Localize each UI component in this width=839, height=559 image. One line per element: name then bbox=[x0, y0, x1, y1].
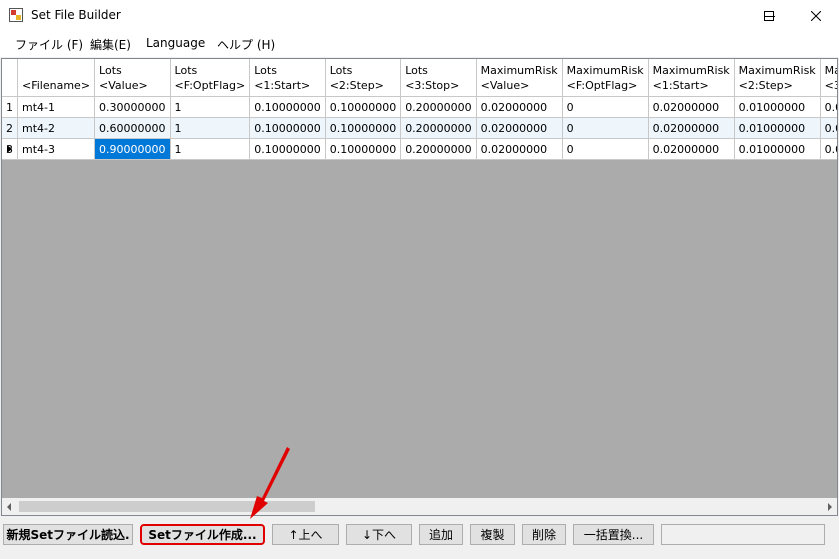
grid-cell[interactable]: 0.02000000 bbox=[476, 138, 563, 160]
column-header[interactable]: Lots <Value> bbox=[94, 59, 171, 97]
grid-cell[interactable]: 0.10000000 bbox=[325, 138, 402, 160]
scroll-left-icon[interactable] bbox=[7, 503, 11, 511]
grid-cell[interactable]: mt4-2 bbox=[17, 117, 96, 139]
grid-cell[interactable]: 0 bbox=[562, 96, 649, 118]
column-header[interactable]: MaximumRisk <2:Step> bbox=[734, 59, 821, 97]
grid-cell[interactable]: 0.02000000 bbox=[476, 117, 563, 139]
row-number[interactable]: 2 bbox=[2, 117, 18, 139]
column-header[interactable]: MaximumRisk <F:OptFlag> bbox=[562, 59, 649, 97]
title-bar: Set File Builder bbox=[0, 0, 839, 31]
table-row[interactable]: 2 mt4-2 0.60000000 1 0.10000000 0.100000… bbox=[2, 117, 837, 139]
grid-cell[interactable]: 1 bbox=[170, 96, 251, 118]
load-new-set-button[interactable]: 新規Setファイル読込. bbox=[3, 524, 133, 545]
column-header[interactable]: <Filename> bbox=[17, 59, 96, 97]
scrollbar-thumb[interactable] bbox=[19, 501, 315, 512]
grid-cell[interactable]: mt4-3 bbox=[17, 138, 96, 160]
data-grid[interactable]: <Filename> Lots <Value> Lots <F:OptFlag> L… bbox=[1, 58, 838, 516]
current-row-arrow-icon bbox=[7, 145, 12, 153]
grid-cell[interactable]: 0.07 bbox=[820, 138, 837, 160]
grid-cell[interactable]: 0.20000000 bbox=[400, 117, 477, 139]
app-icon bbox=[9, 8, 23, 22]
grid-cell[interactable]: 0.07 bbox=[820, 96, 837, 118]
grid-cell[interactable]: 0.01000000 bbox=[734, 117, 821, 139]
grid-cell[interactable]: 0.07 bbox=[820, 117, 837, 139]
menu-bar: ファイル (F) 編集(E) Language ヘルプ (H) bbox=[0, 31, 839, 58]
menu-language[interactable]: Language bbox=[146, 36, 205, 50]
grid-cell[interactable]: 0 bbox=[562, 117, 649, 139]
row-number[interactable]: 3 bbox=[2, 138, 18, 160]
grid-cell[interactable]: 0.30000000 bbox=[94, 96, 171, 118]
grid-cell[interactable]: 0.10000000 bbox=[249, 138, 326, 160]
grid-cell[interactable]: 0.60000000 bbox=[94, 117, 171, 139]
menu-help[interactable]: ヘルプ (H) bbox=[217, 36, 275, 53]
grid-cell-selected[interactable]: 0.90000000 bbox=[94, 138, 171, 160]
grid-cell[interactable]: 0.02000000 bbox=[648, 96, 735, 118]
column-header[interactable]: Lots <2:Step> bbox=[325, 59, 402, 97]
maximize-button[interactable] bbox=[746, 0, 792, 31]
table-row[interactable]: 3 mt4-3 0.90000000 1 0.10000000 0.100000… bbox=[2, 138, 837, 160]
menu-file[interactable]: ファイル (F) bbox=[15, 36, 83, 53]
grid-header-row: <Filename> Lots <Value> Lots <F:OptFlag> L… bbox=[2, 59, 837, 97]
close-icon bbox=[811, 10, 821, 21]
move-down-button[interactable]: ↓下へ bbox=[346, 524, 412, 545]
minimize-button-slot bbox=[701, 0, 747, 31]
grid-table: <Filename> Lots <Value> Lots <F:OptFlag> L… bbox=[2, 59, 837, 160]
grid-cell[interactable]: 0.10000000 bbox=[249, 117, 326, 139]
duplicate-button[interactable]: 複製 bbox=[470, 524, 515, 545]
column-header[interactable]: Lots <1:Start> bbox=[249, 59, 326, 97]
grid-cell[interactable]: mt4-1 bbox=[17, 96, 96, 118]
grid-cell[interactable]: 0.02000000 bbox=[476, 96, 563, 118]
delete-button[interactable]: 削除 bbox=[522, 524, 566, 545]
row-header-corner[interactable] bbox=[2, 59, 18, 97]
grid-cell[interactable]: 0.01000000 bbox=[734, 138, 821, 160]
add-button[interactable]: 追加 bbox=[419, 524, 463, 545]
window-title: Set File Builder bbox=[31, 8, 121, 22]
move-up-button[interactable]: ↑上へ bbox=[272, 524, 339, 545]
grid-cell[interactable]: 0.02000000 bbox=[648, 138, 735, 160]
column-header[interactable]: Lots <F:OptFlag> bbox=[170, 59, 251, 97]
table-row[interactable]: 1 mt4-1 0.30000000 1 0.10000000 0.100000… bbox=[2, 96, 837, 118]
column-header[interactable]: MaximumRisk <Value> bbox=[476, 59, 563, 97]
column-header[interactable]: Lots <3:Stop> bbox=[400, 59, 477, 97]
grid-cell[interactable]: 0.20000000 bbox=[400, 138, 477, 160]
close-button[interactable] bbox=[793, 0, 839, 31]
menu-edit[interactable]: 編集(E) bbox=[90, 36, 131, 53]
grid-cell[interactable]: 1 bbox=[170, 138, 251, 160]
grid-cell[interactable]: 0.01000000 bbox=[734, 96, 821, 118]
grid-cell[interactable]: 0 bbox=[562, 138, 649, 160]
grid-cell[interactable]: 0.10000000 bbox=[325, 96, 402, 118]
scroll-right-icon[interactable] bbox=[828, 503, 832, 511]
grid-cell[interactable]: 0.20000000 bbox=[400, 96, 477, 118]
status-box bbox=[661, 524, 825, 545]
grid-cell[interactable]: 0.10000000 bbox=[249, 96, 326, 118]
horizontal-scrollbar[interactable] bbox=[2, 498, 837, 515]
column-header[interactable]: MaximumRisk <1:Start> bbox=[648, 59, 735, 97]
grid-cell[interactable]: 0.10000000 bbox=[325, 117, 402, 139]
grid-cell[interactable]: 0.02000000 bbox=[648, 117, 735, 139]
grid-cell[interactable]: 1 bbox=[170, 117, 251, 139]
row-number[interactable]: 1 bbox=[2, 96, 18, 118]
column-header[interactable]: Ma<3 bbox=[820, 59, 837, 97]
create-set-file-button[interactable]: Setファイル作成... bbox=[140, 524, 265, 545]
maximize-icon bbox=[764, 10, 774, 21]
replace-all-button[interactable]: 一括置換... bbox=[573, 524, 654, 545]
